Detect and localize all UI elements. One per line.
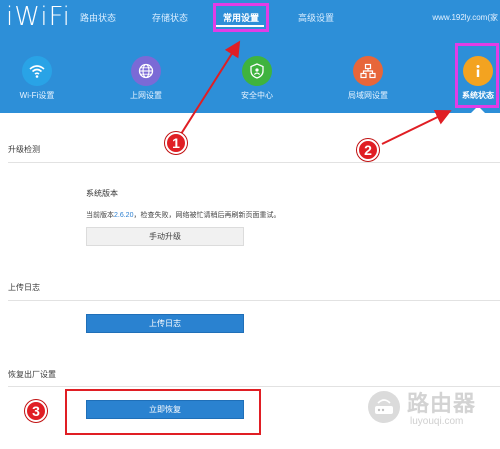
system-version-label: 系统版本 bbox=[86, 189, 118, 198]
annotation-arrows bbox=[180, 40, 452, 145]
watermark-subtitle: luyouqi.com bbox=[410, 416, 464, 427]
arrow-2 bbox=[381, 110, 452, 145]
divider-upgrade bbox=[8, 162, 500, 163]
factory-reset-section-title: 恢复出厂设置 bbox=[8, 370, 56, 379]
watermark: 路由器 luyouqi.com bbox=[364, 383, 496, 433]
annotation-badge-2: 2 bbox=[357, 139, 379, 161]
version-number: 2.6.20 bbox=[114, 212, 134, 219]
router-logo-icon bbox=[368, 391, 400, 423]
manual-upgrade-button[interactable]: 手动升级 bbox=[86, 227, 244, 246]
watermark-title: 路由器 bbox=[407, 391, 477, 416]
annotation-badge-1: 1 bbox=[165, 132, 187, 154]
version-message: ，检查失败，网络被忙请稍后再刷新页面重试。 bbox=[133, 212, 281, 219]
annotation-badge-3: 3 bbox=[25, 400, 47, 422]
version-prefix: 当前版本 bbox=[86, 212, 114, 219]
arrow-1 bbox=[180, 40, 241, 135]
upload-log-section-title: 上传日志 bbox=[8, 283, 40, 292]
highlight-restore-button bbox=[65, 389, 261, 435]
divider-upload bbox=[8, 300, 500, 301]
upgrade-section-title: 升级检测 bbox=[8, 145, 40, 154]
upload-log-button[interactable]: 上传日志 bbox=[86, 314, 244, 333]
version-status-text: 当前版本2.6.20，检查失败，网络被忙请稍后再刷新页面重试。 bbox=[86, 210, 280, 220]
